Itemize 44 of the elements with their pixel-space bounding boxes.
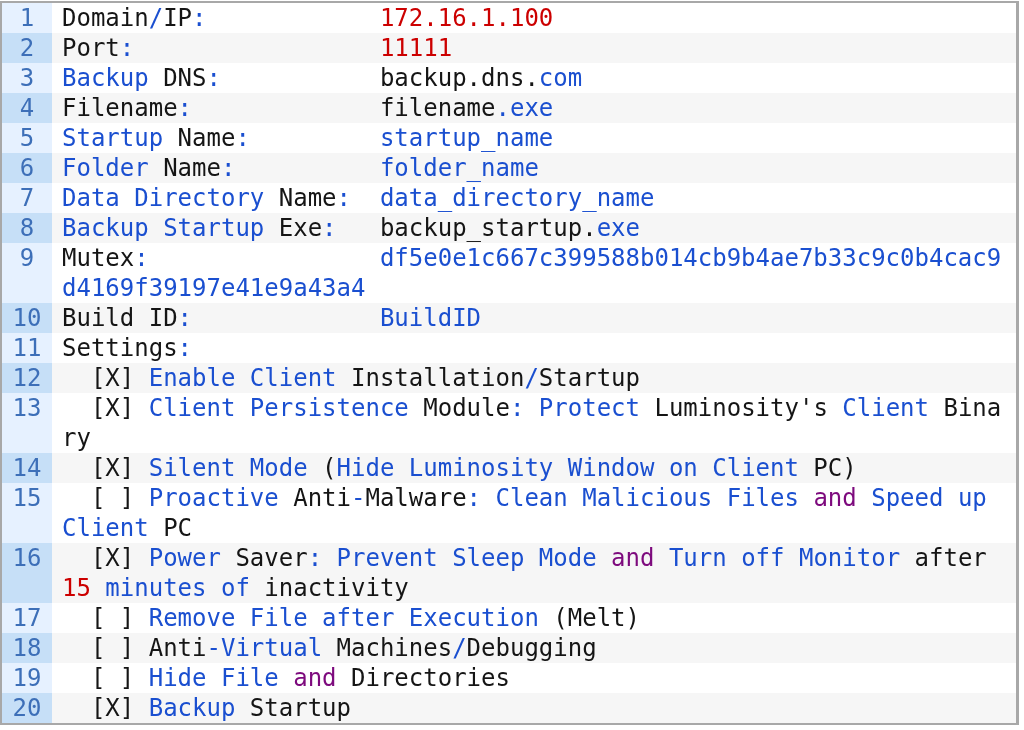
code-line: Data Directory Name: data_directory_name [62,183,655,213]
code-line: Build ID: BuildID [62,303,482,333]
line-number: 10 [2,303,52,333]
line-number: 6 [2,153,52,183]
line-number: 11 [2,333,52,363]
code-line: Folder Name: folder_name [62,153,539,183]
line-number: 2 [2,33,52,63]
line-number: 17 [2,603,52,633]
line-number: 5 [2,123,52,153]
code-line: 15 minutes of inactivity [62,573,409,603]
code-line: Domain/IP: 172.16.1.100 [62,3,554,33]
code-line: Backup DNS: backup.dns.com [62,63,583,93]
code-line: Filename: filename.exe [62,93,554,123]
code-line: Port: 11111 [62,33,453,63]
line-number: 18 [2,633,52,663]
line-number: 19 [2,663,52,693]
line-number: 7 [2,183,52,213]
code-line: ry [62,423,91,453]
line-number: 14 [2,453,52,483]
line-number: 9 [2,243,52,303]
line-number: 4 [2,93,52,123]
code-line: [X] Backup Startup [89,693,351,723]
code-line: d4169f39197e41e9a43a4 [62,273,366,303]
code-line: [ ] Hide File and Directories [89,663,510,693]
code-line: [ ] Remove File after Execution (Melt) [89,603,640,633]
line-number: 1 [2,3,52,33]
code-line: [ ] Proactive Anti-Malware: Clean Malicious Files and Speed up [89,483,987,513]
code-line: Backup Startup Exe: backup_startup.exe [62,213,640,243]
line-number: 16 [2,543,52,603]
code-line: Startup Name: startup_name [62,123,554,153]
code-line: [X] Power Saver: Prevent Sleep Mode and Turn off Monitor after [89,543,987,573]
code-line: [X] Client Persistence Module: Protect Luminosity's Client Bina [89,393,1002,423]
line-number: 8 [2,213,52,243]
line-number: 15 [2,483,52,543]
code-line: Mutex: df5e0e1c667c399588b014cb9b4ae7b33c9c0b4cac9 [62,243,1002,273]
line-number: 3 [2,63,52,93]
line-number: 12 [2,363,52,393]
code-line: [X] Silent Mode (Hide Luminosity Window on Client PC) [89,453,857,483]
line-number: 13 [2,393,52,453]
code-line: Settings: [62,333,193,363]
line-number: 20 [2,693,52,723]
code-line: [X] Enable Client Installation/Startup [89,363,640,393]
code-line: Client PC [62,513,193,543]
code-line: [ ] Anti-Virtual Machines/Debugging [89,633,597,663]
